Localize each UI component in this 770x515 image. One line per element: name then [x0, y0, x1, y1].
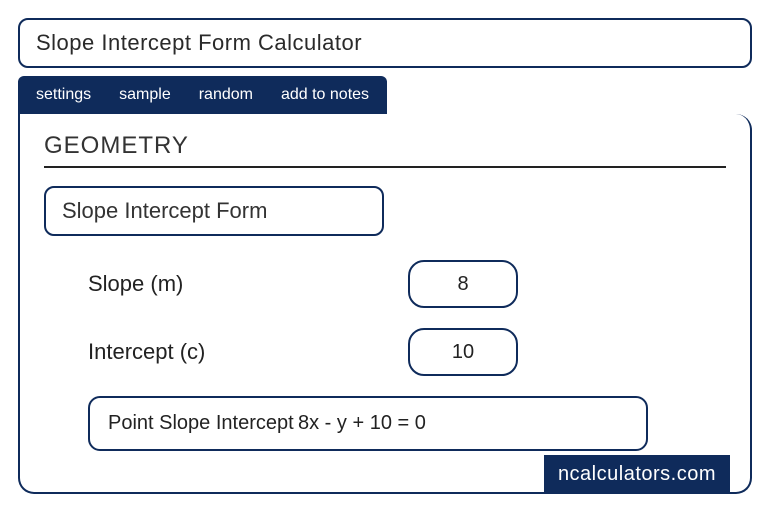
tab-settings[interactable]: settings [36, 86, 91, 104]
field-row-intercept: Intercept (c) [88, 328, 726, 376]
form-title: Slope Intercept Form [62, 198, 267, 223]
slope-label: Slope (m) [88, 271, 408, 297]
slope-input[interactable] [408, 260, 518, 308]
form-title-box: Slope Intercept Form [44, 186, 384, 236]
section-title: GEOMETRY [44, 132, 726, 168]
result-box: Point Slope Intercept 8x - y + 10 = 0 [88, 396, 648, 451]
result-value: 8x - y + 10 = 0 [298, 412, 426, 435]
calculator-title-bar: Slope Intercept Form Calculator [18, 18, 752, 68]
main-panel: GEOMETRY Slope Intercept Form Slope (m) … [18, 114, 752, 494]
tab-bar: settings sample random add to notes [18, 76, 387, 114]
brand-badge: ncalculators.com [544, 455, 730, 494]
intercept-label: Intercept (c) [88, 339, 408, 365]
calculator-title: Slope Intercept Form Calculator [36, 30, 362, 55]
tab-random[interactable]: random [199, 86, 253, 104]
result-label: Point Slope Intercept [108, 410, 298, 437]
intercept-input[interactable] [408, 328, 518, 376]
tab-sample[interactable]: sample [119, 86, 171, 104]
tab-add-to-notes[interactable]: add to notes [281, 86, 369, 104]
field-row-slope: Slope (m) [88, 260, 726, 308]
